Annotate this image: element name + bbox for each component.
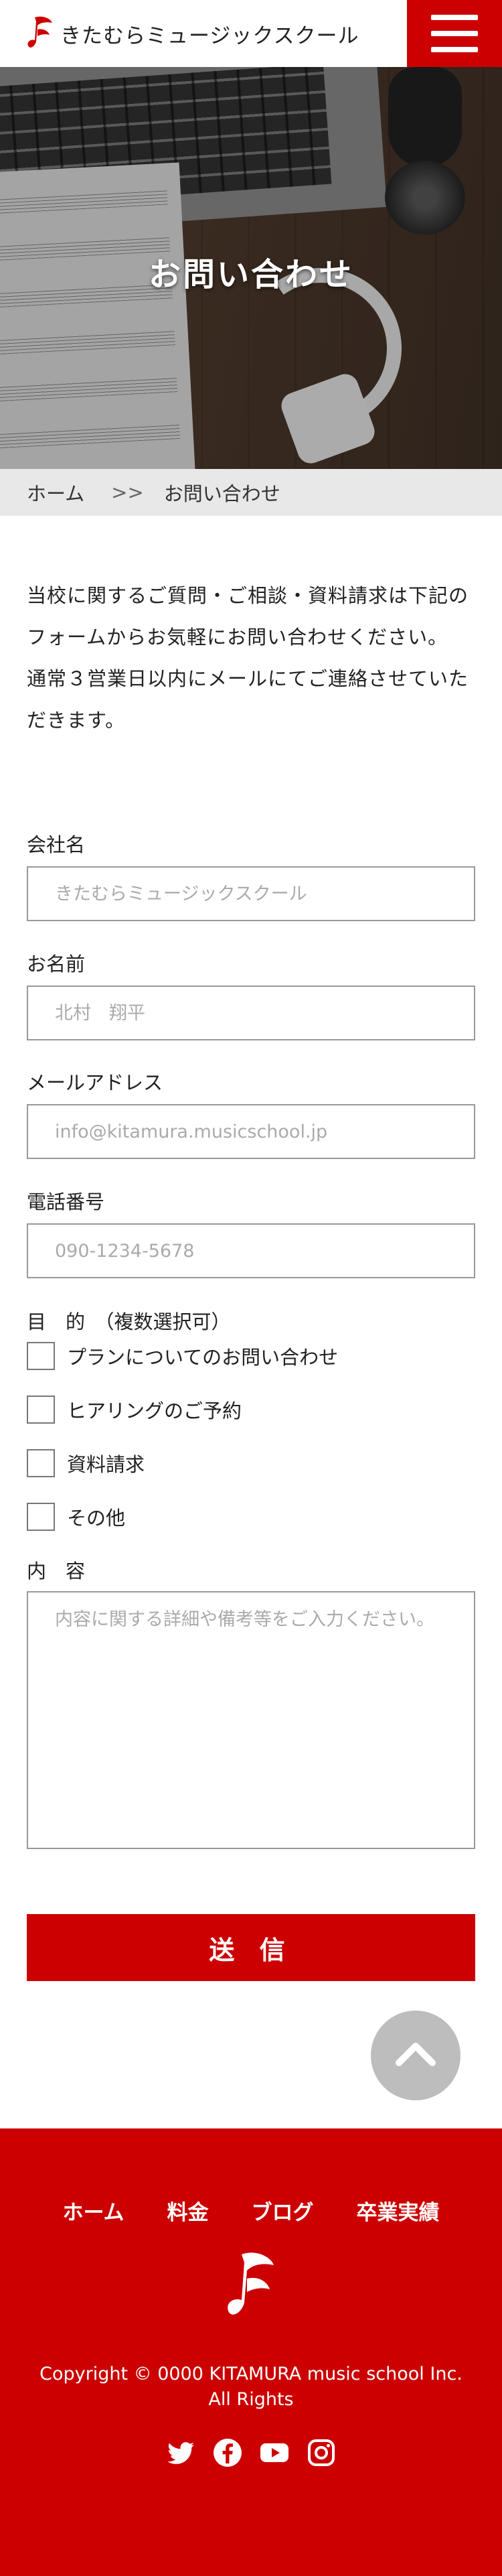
purpose-label: 目 的 （複数選択可） [27, 1310, 231, 1333]
site-header: きたむらミュージックスクール [0, 0, 502, 67]
copyright-line: Copyright © 0000 KITAMURA music school I… [39, 2364, 463, 2384]
name-label: お名前 [27, 953, 86, 975]
purpose-checkbox-other[interactable]: その他 [27, 1503, 125, 1531]
content-label: 内 容 [27, 1560, 86, 1582]
submit-button[interactable]: 送 信 [27, 1914, 475, 1981]
checkbox-label: 資料請求 [67, 1453, 145, 1476]
menu-bar-icon [431, 15, 478, 20]
page-title: お問い合わせ [148, 256, 353, 293]
checkbox[interactable] [27, 1449, 55, 1477]
site-logo[interactable]: きたむらミュージックスクール [25, 15, 359, 52]
breadcrumb: ホーム >> お問い合わせ [0, 469, 502, 516]
purpose-checkbox-plan[interactable]: プランについてのお問い合わせ [27, 1342, 338, 1370]
checkbox-label: ヒアリングのご予約 [67, 1400, 242, 1422]
checkbox[interactable] [27, 1396, 55, 1424]
checkbox-label: その他 [67, 1507, 126, 1530]
facebook-icon[interactable] [212, 2437, 244, 2469]
copyright-line: All Rights [208, 2389, 294, 2410]
menu-bar-icon [431, 47, 478, 52]
social-links [0, 2437, 502, 2469]
company-label: 会社名 [27, 833, 86, 856]
name-input[interactable] [27, 986, 475, 1040]
footer-nav: ホーム 料金 ブログ 卒業実績 [0, 2195, 502, 2226]
copyright: Copyright © 0000 KITAMURA music school I… [0, 2362, 502, 2413]
company-input[interactable] [27, 866, 475, 921]
intro-paragraph: 通常３営業日以内にメールにてご連絡させていただきます。 [27, 667, 469, 732]
email-label: メールアドレス [27, 1071, 163, 1094]
chevron-up-icon [396, 2043, 436, 2066]
email-input[interactable] [27, 1104, 475, 1159]
breadcrumb-home-link[interactable]: ホーム [27, 478, 84, 506]
youtube-icon[interactable] [258, 2437, 290, 2469]
logo-note-icon [27, 16, 52, 48]
hero-banner: お問い合わせ [0, 67, 502, 469]
purpose-checkbox-hearing[interactable]: ヒアリングのご予約 [27, 1396, 242, 1424]
checkbox[interactable] [27, 1503, 55, 1531]
checkbox[interactable] [27, 1342, 55, 1370]
content-textarea[interactable] [27, 1591, 475, 1849]
breadcrumb-current: お問い合わせ [163, 482, 280, 505]
back-to-top-button[interactable] [371, 2011, 461, 2100]
footer-link-graduates[interactable]: 卒業実績 [357, 2195, 440, 2226]
breadcrumb-separator: >> [111, 481, 144, 504]
site-footer: ホーム 料金 ブログ 卒業実績 Copyright © 0000 KITAMUR… [0, 2128, 502, 2576]
purpose-checkbox-materials[interactable]: 資料請求 [27, 1449, 145, 1477]
twitter-icon[interactable] [165, 2437, 197, 2469]
logo-text: きたむらミュージックスクール [60, 23, 359, 48]
intro-paragraph: 当校に関するご質問・ご相談・資料請求は下記のフォームからお気軽にお問い合わせくだ… [27, 584, 469, 649]
phone-label: 電話番号 [27, 1191, 105, 1213]
footer-link-blog[interactable]: ブログ [252, 2195, 314, 2226]
footer-link-pricing[interactable]: 料金 [167, 2195, 209, 2226]
checkbox-label: プランについてのお問い合わせ [67, 1346, 339, 1369]
phone-input[interactable] [27, 1223, 475, 1278]
hamburger-menu-button[interactable] [407, 0, 502, 67]
menu-bar-icon [431, 31, 478, 36]
instagram-icon[interactable] [305, 2437, 337, 2469]
footer-link-home[interactable]: ホーム [62, 2195, 124, 2226]
intro-text: 当校に関するご質問・ご相談・資料請求は下記のフォームからお気軽にお問い合わせくだ… [27, 575, 477, 741]
footer-logo-icon[interactable] [224, 2249, 278, 2323]
